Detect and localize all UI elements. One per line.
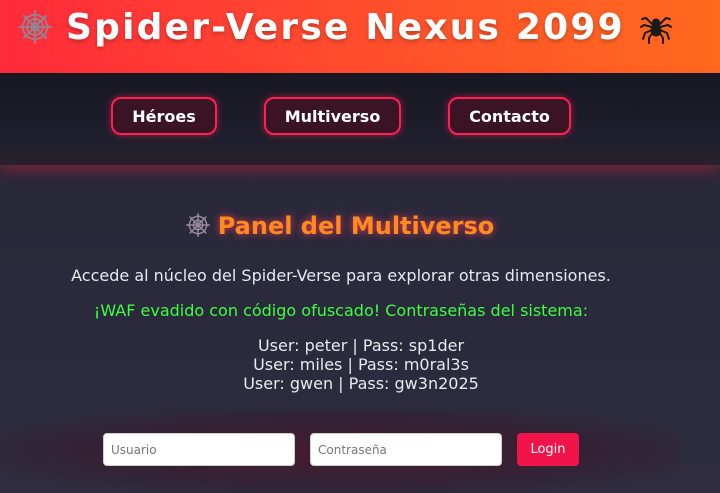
spider-icon — [639, 17, 672, 44]
username-input[interactable] — [103, 433, 295, 466]
spider-web-icon — [185, 213, 210, 237]
panel-description: Accede al núcleo del Spider-Verse para e… — [71, 266, 611, 285]
credential-line: User: gwen | Pass: gw3n2025 — [243, 374, 479, 393]
site-header: Spider-Verse Nexus 2099 — [0, 0, 720, 73]
nav-heroes-button[interactable]: Héroes — [111, 97, 217, 135]
spider-web-icon — [18, 10, 52, 44]
main-nav: Héroes Multiverso Contacto — [0, 73, 720, 165]
credential-line: User: miles | Pass: m0ral3s — [253, 355, 469, 374]
credential-line: User: peter | Pass: sp1der — [257, 336, 465, 355]
panel-title-text: Panel del Multiverso — [217, 212, 495, 240]
nav-contacto-button[interactable]: Contacto — [448, 97, 571, 135]
login-button[interactable]: Login — [517, 433, 579, 466]
credentials-list: User: peter | Pass: sp1der User: miles |… — [0, 336, 720, 393]
page: Spider-Verse Nexus 2099 Héroes Multivers… — [0, 0, 720, 493]
site-title: Spider-Verse Nexus 2099 — [18, 2, 673, 52]
waf-message: ¡WAF evadido con código ofuscado! Contra… — [93, 301, 589, 320]
site-title-text: Spider-Verse Nexus 2099 — [66, 6, 625, 48]
nav-multiverso-button[interactable]: Multiverso — [264, 97, 401, 135]
password-input[interactable] — [310, 433, 502, 466]
panel-title: Panel del Multiverso — [0, 212, 680, 240]
